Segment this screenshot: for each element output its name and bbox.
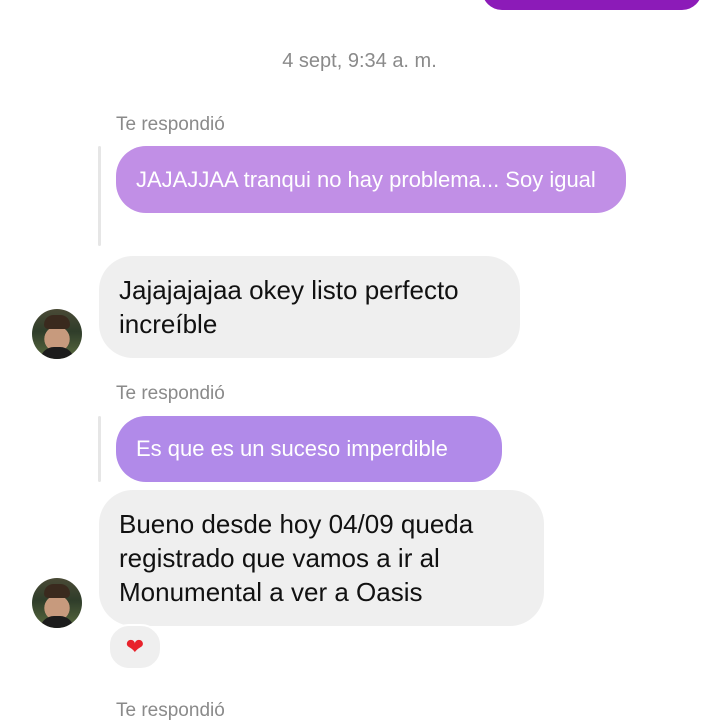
received-message-bubble[interactable]: Bueno desde hoy 04/09 queda registrado q…: [99, 490, 544, 626]
contact-avatar[interactable]: [32, 309, 82, 359]
reply-label: Te respondió: [116, 700, 225, 721]
avatar-hair: [44, 584, 70, 598]
avatar-hair: [44, 315, 70, 329]
message-timestamp: 4 sept, 9:34 a. m.: [282, 50, 437, 72]
avatar-shirt: [40, 616, 74, 628]
heart-icon: ❤: [125, 634, 145, 659]
reply-quote-bar: [98, 416, 101, 482]
sent-message-bubble[interactable]: [482, 0, 702, 10]
contact-avatar[interactable]: [32, 578, 82, 628]
replied-message-bubble[interactable]: Es que es un suceso imperdible: [116, 416, 502, 482]
avatar-shirt: [40, 347, 74, 359]
received-message-bubble[interactable]: Jajajajajaa okey listo perfecto increíbl…: [99, 256, 520, 358]
replied-message-bubble[interactable]: JAJAJJAA tranqui no hay problema... Soy …: [116, 146, 626, 213]
heart-reaction[interactable]: ❤: [108, 624, 162, 670]
reply-quote-bar: [98, 146, 101, 246]
reply-label: Te respondió: [116, 114, 225, 135]
reply-label: Te respondió: [116, 383, 225, 404]
